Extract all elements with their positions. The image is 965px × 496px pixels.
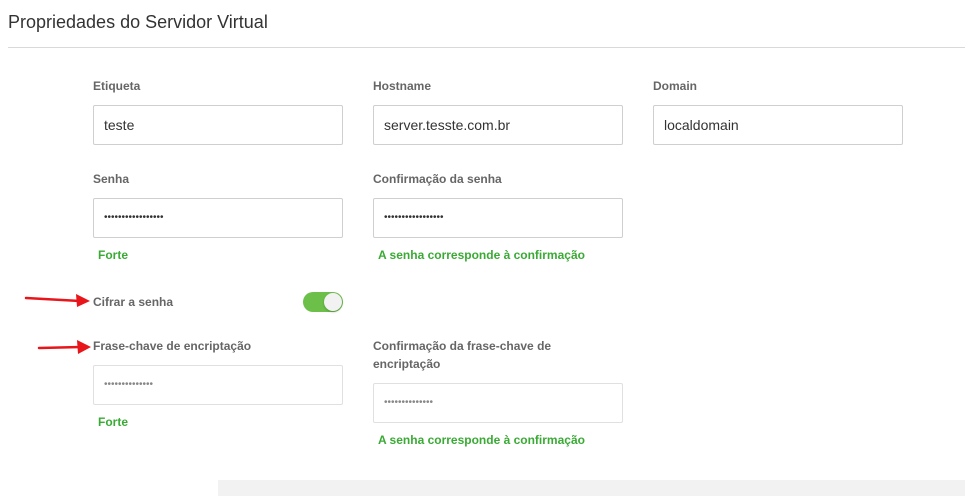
toggle-knob [324,293,342,311]
passphrase-input[interactable]: •••••••••••••• [93,365,343,405]
label-input[interactable] [93,105,343,145]
password-match-status: A senha corresponde à confirmação [378,248,585,262]
password-confirm-input[interactable]: ••••••••••••••••• [373,198,623,238]
annotation-arrow-icon [37,340,91,354]
encrypt-password-label: Cifrar a senha [93,295,174,309]
password-confirm-label: Confirmação da senha [373,172,502,186]
domain-label: Domain [653,79,698,93]
passphrase-confirm-input[interactable]: •••••••••••••• [373,383,623,423]
passphrase-strength: Forte [98,415,128,429]
annotation-arrow-icon [24,294,90,307]
passphrase-confirm-label: Confirmação da frase-chave de encriptaçã… [373,339,552,371]
label-field-label: Etiqueta [93,79,141,93]
encrypt-password-toggle[interactable] [303,292,343,312]
password-input[interactable]: ••••••••••••••••• [93,198,343,238]
domain-input[interactable] [653,105,903,145]
hostname-input[interactable] [373,105,623,145]
passphrase-label: Frase-chave de encriptação [93,339,252,353]
footer-panel [218,480,965,496]
hostname-label: Hostname [373,79,432,93]
password-strength: Forte [98,248,128,262]
password-label: Senha [93,172,130,186]
passphrase-match-status: A senha corresponde à confirmação [378,433,585,447]
title-divider [8,47,965,48]
page-title: Propriedades do Servidor Virtual [8,12,268,32]
